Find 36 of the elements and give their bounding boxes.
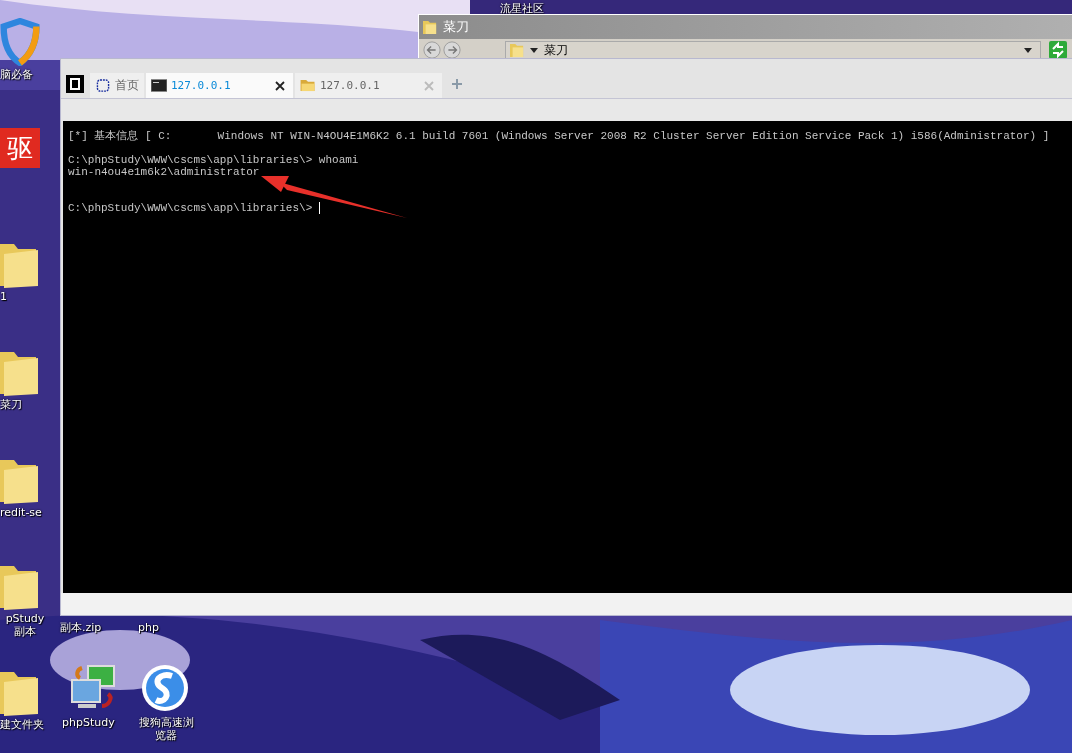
- icon-label[interactable]: redit-se: [0, 506, 42, 519]
- console-line: win-n4ou4e1m6k2\administrator: [68, 166, 260, 178]
- tab[interactable]: 首页: [90, 73, 144, 98]
- console-line: C:\phpStudy\WWW\cscms\app\libraries\> whoami: [68, 154, 359, 166]
- icon-label[interactable]: pStudy 副本: [0, 612, 50, 638]
- icon-label[interactable]: php: [138, 621, 159, 634]
- icon-label[interactable]: 建文件夹: [0, 718, 44, 731]
- window-title: 菜刀: [443, 18, 469, 36]
- refresh-button[interactable]: [1049, 41, 1067, 59]
- console-line: [*] 基本信息 [ C: Windows NT WIN-N4OU4E1M6K2 6.1 build 7601 (Windows Server 2008 R2 Cluster Server Edition Service Pack 1) i586(Administrator) ]: [68, 130, 1050, 142]
- folder-icon: [423, 19, 437, 35]
- icon-label[interactable]: 脑必备: [0, 68, 33, 81]
- icon-label[interactable]: 流星社区: [500, 2, 544, 15]
- tab[interactable]: 127.0.0.1: [146, 73, 293, 98]
- icon-label[interactable]: phpStudy: [62, 716, 115, 729]
- icon-label[interactable]: 搜狗高速浏览器: [134, 716, 198, 742]
- tab[interactable]: 127.0.0.1: [295, 73, 442, 98]
- back-button[interactable]: [423, 41, 441, 59]
- address-text: 菜刀: [544, 41, 568, 59]
- console-line: C:\phpStudy\WWW\cscms\app\libraries\>: [68, 202, 314, 214]
- icon-label[interactable]: 菜刀: [0, 398, 22, 411]
- driver-app-icon[interactable]: 驱: [0, 128, 40, 168]
- folder-icon: [510, 42, 524, 58]
- caret-icon: [530, 47, 538, 53]
- icon-label[interactable]: 副本.zip: [60, 621, 102, 634]
- folder-icon: [300, 79, 316, 92]
- close-icon[interactable]: [275, 80, 285, 91]
- terminal-icon: [151, 79, 167, 92]
- shield-icon[interactable]: [0, 18, 40, 66]
- menu-button[interactable]: [66, 74, 84, 93]
- home-icon: [95, 79, 111, 92]
- address-bar[interactable]: 菜刀: [505, 41, 1041, 59]
- forward-button[interactable]: [443, 41, 461, 59]
- dropdown-icon[interactable]: [1024, 47, 1032, 53]
- browser-icon[interactable]: [140, 664, 190, 714]
- icon-label[interactable]: 1: [0, 290, 7, 303]
